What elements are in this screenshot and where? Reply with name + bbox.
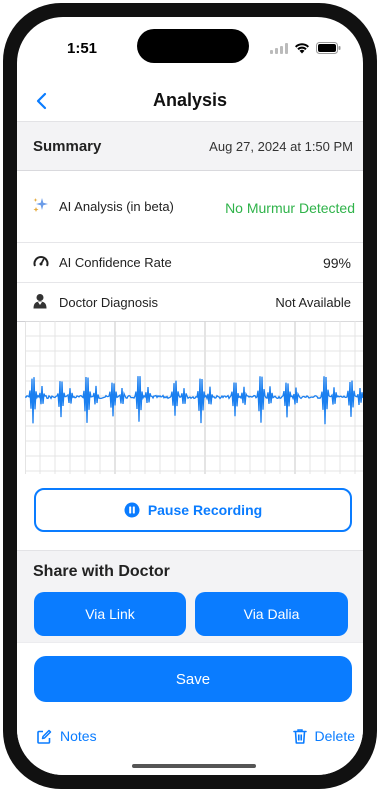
save-label: Save: [175, 670, 211, 688]
share-via-dalia-label: Via Dalia: [243, 606, 300, 622]
notes-button[interactable]: Notes: [37, 728, 97, 744]
battery-icon: [316, 42, 341, 54]
share-section-title: Share with Doctor: [33, 563, 170, 580]
phone-frame: 1:51 Analysis Summary Aug 27, 2024 at 1:…: [3, 3, 377, 789]
status-bar: 1:51: [17, 17, 363, 77]
ai-analysis-row: AI Analysis (in beta) No Murmur Detected: [17, 170, 363, 243]
pause-icon: [124, 502, 140, 518]
save-button[interactable]: Save: [34, 656, 352, 702]
pause-recording-button[interactable]: Pause Recording: [34, 488, 352, 532]
status-time: 1:51: [67, 40, 98, 57]
trash-icon: [292, 729, 307, 744]
page-title: Analysis: [152, 90, 228, 110]
notes-label: Notes: [60, 728, 97, 744]
share-with-doctor-section: Share with Doctor Via Link Via Dalia: [17, 550, 363, 643]
home-indicator: [132, 764, 256, 768]
confidence-value: 99%: [322, 255, 351, 271]
confidence-row: AI Confidence Rate 99%: [17, 243, 363, 283]
edit-note-icon: [37, 729, 52, 744]
ai-analysis-result: No Murmur Detected: [225, 200, 355, 216]
delete-button[interactable]: Delete: [292, 728, 355, 744]
summary-header: Summary Aug 27, 2024 at 1:50 PM: [17, 121, 363, 171]
waveform-graph: [24, 320, 363, 474]
doctor-icon: [33, 293, 47, 309]
share-via-link-label: Via Link: [85, 606, 135, 622]
pause-recording-label: Pause Recording: [147, 502, 263, 518]
doctor-diagnosis-row: Doctor Diagnosis Not Available: [17, 283, 363, 322]
dynamic-island: [137, 29, 249, 63]
cellular-signal-icon: [270, 42, 288, 54]
app-screen: 1:51 Analysis Summary Aug 27, 2024 at 1:…: [17, 17, 363, 775]
sparkles-icon: [33, 197, 49, 213]
doctor-diagnosis-label: Doctor Diagnosis: [59, 295, 158, 310]
doctor-diagnosis-value: Not Available: [275, 295, 351, 310]
recording-date: Aug 27, 2024 at 1:50 PM: [209, 139, 353, 154]
confidence-label: AI Confidence Rate: [59, 255, 172, 270]
delete-label: Delete: [314, 728, 355, 744]
gauge-icon: [33, 254, 49, 268]
share-via-dalia-button[interactable]: Via Dalia: [195, 592, 348, 636]
summary-label: Summary: [33, 138, 102, 155]
navigation-bar: Analysis: [17, 77, 363, 121]
share-via-link-button[interactable]: Via Link: [34, 592, 186, 636]
ai-analysis-label: AI Analysis (in beta): [59, 199, 174, 214]
heart-sound-waveform: [24, 320, 363, 474]
wifi-icon: [295, 43, 309, 54]
status-icons: [270, 42, 341, 54]
bottom-actions: Save Notes Delete: [17, 642, 363, 775]
